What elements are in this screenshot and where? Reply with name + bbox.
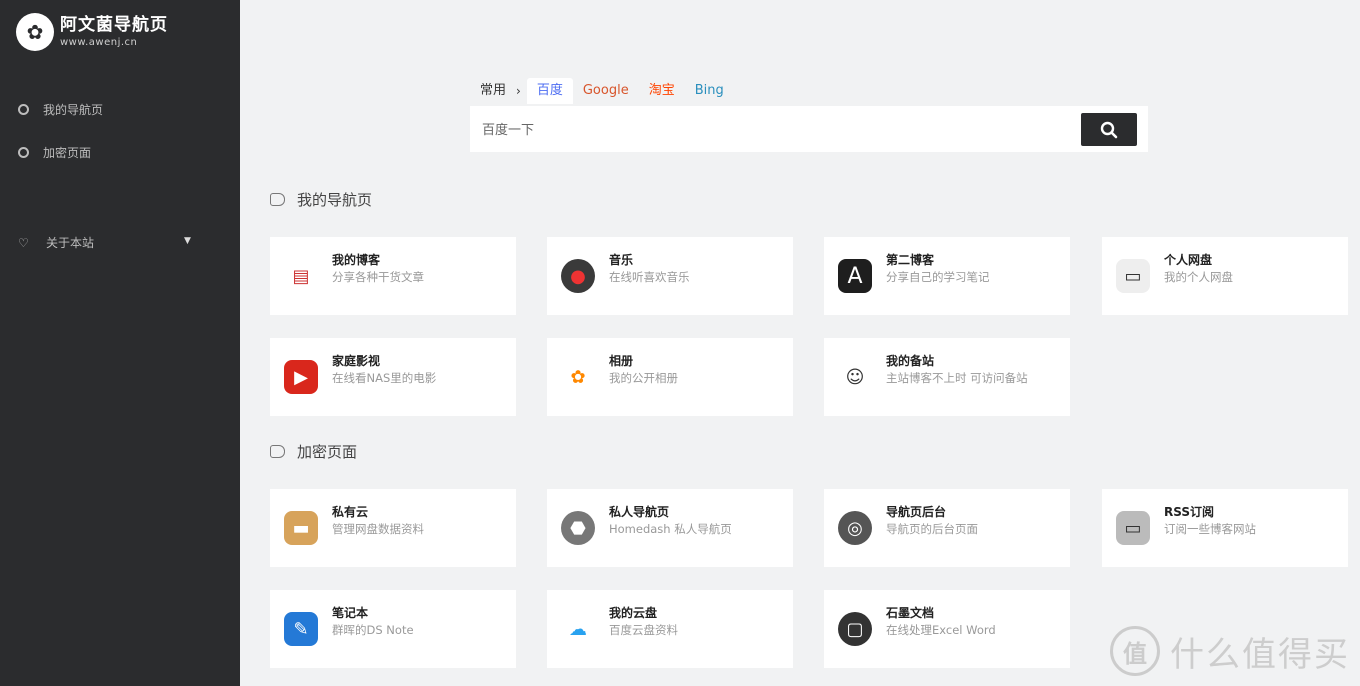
sidebar-item-label: 加密页面 — [43, 146, 92, 160]
section-title-text: 我的导航页 — [297, 191, 373, 209]
watermark-text: 什么值得买 — [1170, 634, 1350, 675]
sidebar-item-encrypted[interactable]: 加密页面 — [18, 144, 91, 161]
nav-card[interactable]: ✿ 相册我的公开相册 — [547, 338, 793, 416]
tab-google[interactable]: Google — [573, 78, 639, 104]
card-description: 在线处理Excel Word — [886, 623, 996, 637]
nav-card[interactable]: ◎ 导航页后台导航页的后台页面 — [824, 489, 1070, 567]
card-title: 笔记本 — [332, 606, 369, 620]
card-description: 导航页的后台页面 — [886, 522, 978, 536]
card-description: 我的公开相册 — [609, 371, 678, 385]
card-description: 主站博客不上时 可访问备站 — [886, 371, 1028, 385]
bullet-icon — [18, 147, 29, 158]
sidebar: ✿ 阿文菌导航页 www.awenj.cn 我的导航页 加密页面 ♡ 关于本站 … — [0, 0, 240, 686]
card-title: 我的云盘 — [609, 606, 658, 620]
card-description: 分享各种干货文章 — [332, 270, 424, 284]
bullet-icon — [18, 104, 29, 115]
rss-icon: ▭ — [1116, 511, 1150, 545]
watermark-logo: 值 — [1110, 626, 1160, 676]
clapper-icon: ▶ — [284, 360, 318, 394]
logo-url: www.awenj.cn — [60, 36, 138, 48]
tab-bing[interactable]: Bing — [685, 78, 734, 104]
card-title: 我的博客 — [332, 253, 381, 267]
nav-card[interactable]: ▭ RSS订阅订阅一些博客网站 — [1102, 489, 1348, 567]
card-title: 第二博客 — [886, 253, 935, 267]
search-box — [470, 106, 1148, 152]
dashboard-icon: ◎ — [838, 511, 872, 545]
nav-card[interactable]: ▢ 石墨文档在线处理Excel Word — [824, 590, 1070, 668]
nav-card[interactable]: A 第二博客分享自己的学习笔记 — [824, 237, 1070, 315]
nav-card[interactable]: ☁ 我的云盘百度云盘资料 — [547, 590, 793, 668]
search-button[interactable] — [1081, 113, 1137, 146]
card-description: 我的个人网盘 — [1164, 270, 1233, 284]
sidebar-item-about[interactable]: ♡ 关于本站 ▼ — [18, 234, 208, 251]
tab-baidu[interactable]: 百度 — [526, 78, 573, 104]
card-title: 音乐 — [609, 253, 634, 267]
search-category[interactable]: 常用 — [470, 78, 516, 104]
logo-avatar-icon: ✿ — [16, 13, 54, 51]
tab-taobao[interactable]: 淘宝 — [639, 78, 685, 104]
nav-card[interactable]: ▭ 个人网盘我的个人网盘 — [1102, 237, 1348, 315]
card-description: 分享自己的学习笔记 — [886, 270, 990, 284]
card-title: 我的备站 — [886, 354, 935, 368]
card-title: 相册 — [609, 354, 634, 368]
card-title: 石墨文档 — [886, 606, 935, 620]
cloud-icon: ☁ — [561, 612, 595, 646]
box-icon: ▬ — [284, 511, 318, 545]
blog-icon: ▤ — [284, 259, 318, 293]
logo-title: 阿文菌导航页 — [60, 14, 168, 35]
section-title-text: 加密页面 — [297, 443, 358, 461]
tag-icon — [270, 445, 285, 458]
cloud-drive-icon: ▭ — [1116, 259, 1150, 293]
card-title: 家庭影视 — [332, 354, 381, 368]
card-title: 导航页后台 — [886, 505, 947, 519]
nav-card[interactable]: ✎ 笔记本群晖的DS Note — [270, 590, 516, 668]
tag-icon — [270, 193, 285, 206]
music-icon: ● — [561, 259, 595, 293]
card-description: Homedash 私人导航页 — [609, 522, 732, 536]
heart-icon: ♡ — [18, 235, 29, 250]
card-title: 个人网盘 — [1164, 253, 1213, 267]
section-title-encrypted: 加密页面 — [270, 441, 357, 462]
sidebar-item-my-nav[interactable]: 我的导航页 — [18, 101, 103, 118]
search-input[interactable] — [480, 117, 1064, 143]
photos-icon: ✿ — [561, 360, 595, 394]
card-title: 私有云 — [332, 505, 369, 519]
card-title: RSS订阅 — [1164, 505, 1214, 519]
caret-down-icon: ▼ — [184, 236, 191, 246]
helmet-icon: ⬣ — [561, 511, 595, 545]
card-description: 在线看NAS里的电影 — [332, 371, 437, 385]
card-description: 群晖的DS Note — [332, 623, 414, 637]
card-description: 百度云盘资料 — [609, 623, 678, 637]
search-icon — [1100, 121, 1118, 139]
card-description: 订阅一些博客网站 — [1164, 522, 1256, 536]
chevron-right-icon: › — [516, 84, 521, 98]
nav-card[interactable]: ▶ 家庭影视在线看NAS里的电影 — [270, 338, 516, 416]
search-engine-tabs: 常用 › 百度 Google 淘宝 Bing — [470, 78, 734, 104]
card-description: 在线听喜欢音乐 — [609, 270, 690, 284]
sidebar-item-label: 我的导航页 — [43, 103, 104, 117]
notebook-icon: ✎ — [284, 612, 318, 646]
card-description: 管理网盘数据资料 — [332, 522, 424, 536]
site-logo[interactable]: ✿ 阿文菌导航页 www.awenj.cn — [16, 12, 168, 52]
sidebar-item-label: 关于本站 — [46, 236, 95, 250]
nav-card[interactable]: ⬣ 私人导航页 Homedash 私人导航页 — [547, 489, 793, 567]
nav-card[interactable]: ▤ 我的博客分享各种干货文章 — [270, 237, 516, 315]
avatar-icon: ☺ — [838, 360, 872, 394]
shimo-icon: ▢ — [838, 612, 872, 646]
nav-card[interactable]: ▬ 私有云管理网盘数据资料 — [270, 489, 516, 567]
card-title: 私人导航页 — [609, 505, 670, 519]
watermark: 值 什么值得买 — [1110, 626, 1350, 676]
letter-a-icon: A — [838, 259, 872, 293]
section-title-my-nav: 我的导航页 — [270, 189, 372, 210]
nav-card[interactable]: ☺ 我的备站主站博客不上时 可访问备站 — [824, 338, 1070, 416]
nav-card[interactable]: ● 音乐在线听喜欢音乐 — [547, 237, 793, 315]
